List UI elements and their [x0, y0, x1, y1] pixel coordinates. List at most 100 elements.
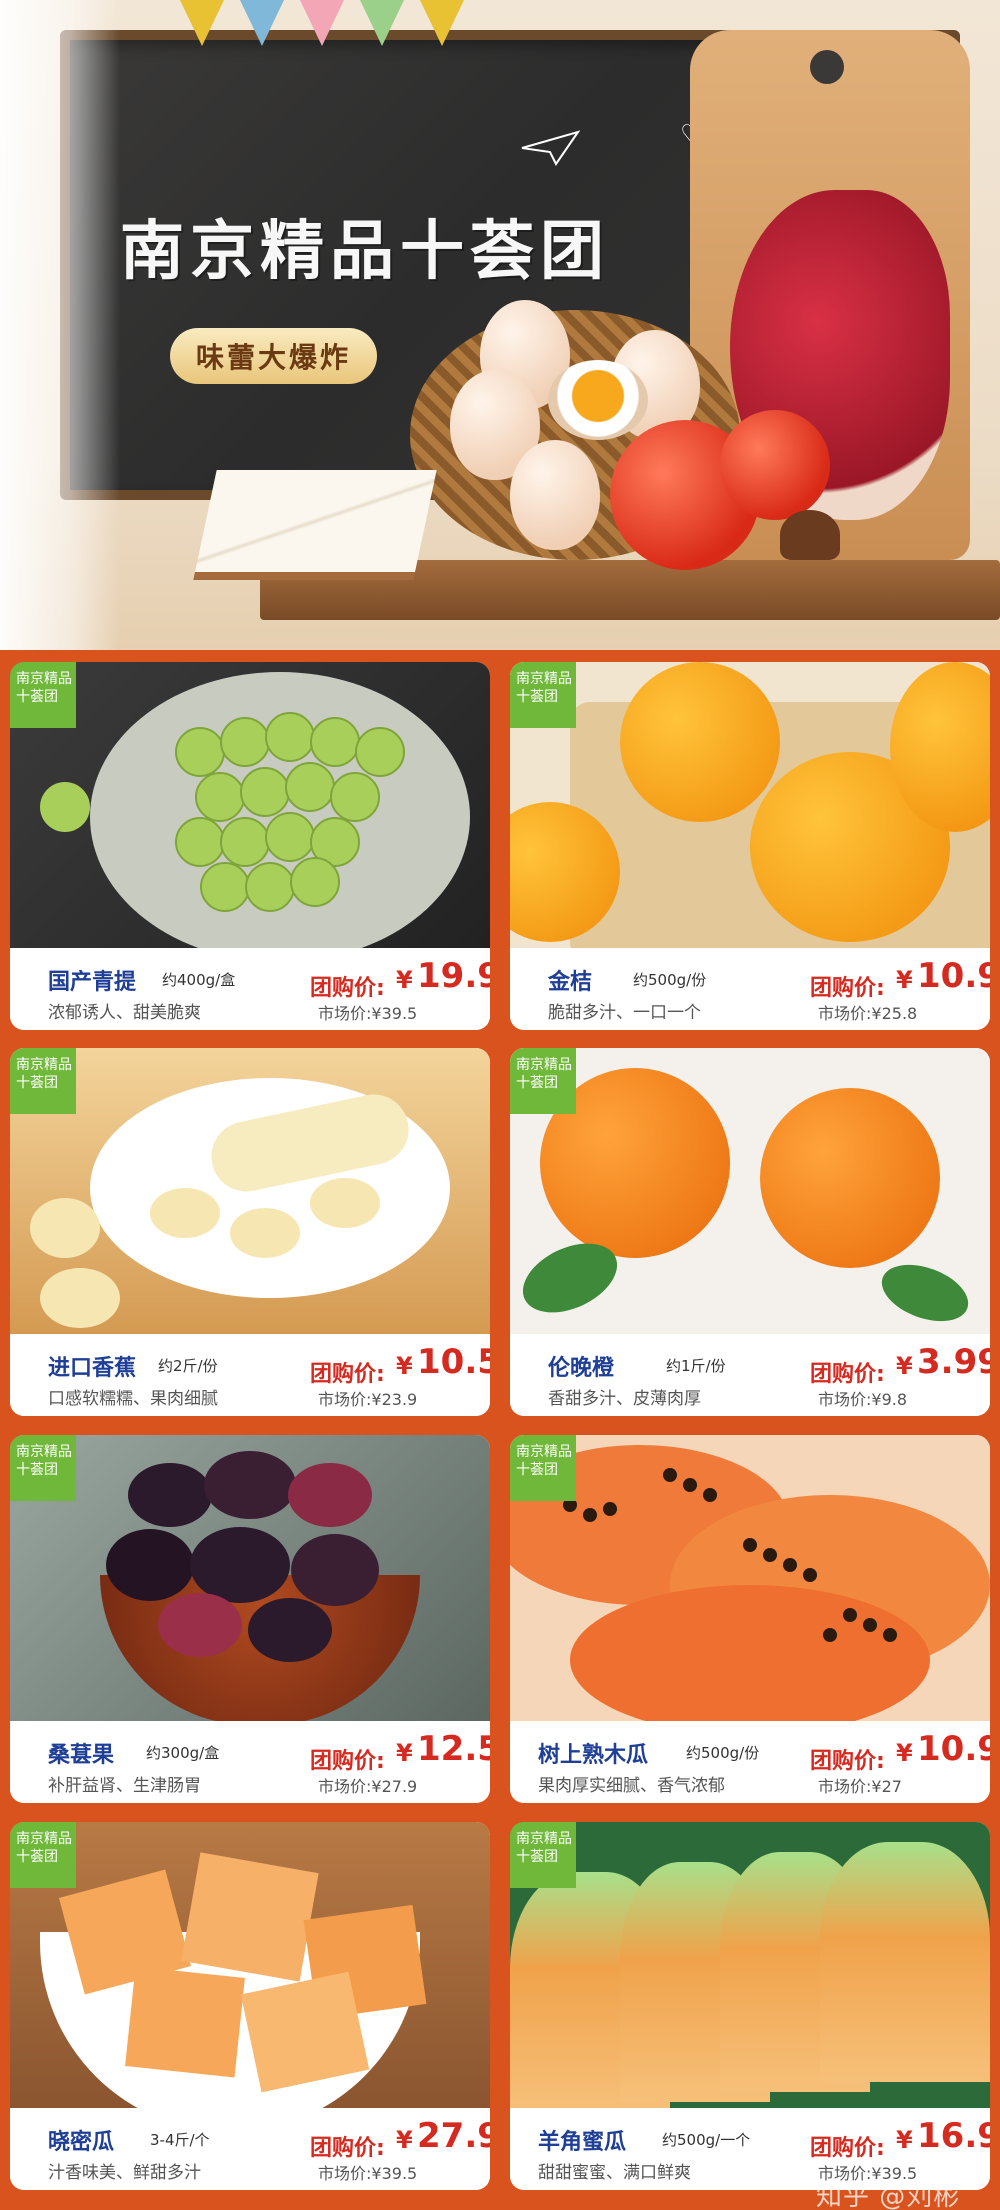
product-description: 脆甜多汁、一口一个	[548, 1003, 701, 1023]
market-price: 市场价:¥27	[818, 1777, 902, 1796]
brand-badge: 南京精品 十荟团	[510, 1435, 576, 1501]
bunting-flags	[180, 0, 510, 70]
currency-symbol: ¥	[896, 1352, 913, 1380]
egg-image	[510, 440, 600, 550]
product-info: 进口香蕉 约2斤/份 口感软糯糯、果肉细腻 团购价: ¥ 10.5 市场价:¥2…	[10, 1334, 490, 1416]
group-price-label: 团购价:	[310, 976, 385, 1001]
group-price-label: 团购价:	[810, 1362, 885, 1387]
product-name: 进口香蕉	[48, 1356, 137, 1381]
brand-badge: 南京精品 十荟团	[10, 1435, 76, 1501]
product-card[interactable]: 南京精品 十荟团 国产青提 约400g/盒 浓郁诱人、甜美脆爽 团购价: ¥ 19…	[10, 662, 490, 1030]
product-spec: 约500g/一个	[662, 2131, 751, 2149]
currency-symbol: ¥	[396, 2126, 413, 2154]
watermark-text: 知乎 @刘彬	[816, 2182, 961, 2210]
mushroom-image	[780, 510, 840, 560]
group-price: 10.5	[417, 1342, 490, 1382]
group-price-label: 团购价:	[810, 2136, 885, 2161]
grape-cluster-icon	[175, 712, 405, 912]
product-info: 桑葚果 约300g/盒 补肝益肾、生津肠胃 团购价: ¥ 12.5 市场价:¥2…	[10, 1721, 490, 1803]
banana-image	[10, 1048, 490, 1334]
product-name: 羊角蜜瓜	[538, 2130, 627, 2155]
product-spec: 约500g/份	[686, 1744, 760, 1762]
market-price: 市场价:¥27.9	[318, 1777, 418, 1796]
cracked-egg-image	[548, 360, 648, 440]
mulberry-cluster-icon	[106, 1451, 379, 1662]
product-description: 汁香味美、鲜甜多汁	[48, 2163, 201, 2183]
product-name: 金桔	[548, 970, 593, 995]
brand-badge: 南京精品 十荟团	[10, 662, 76, 728]
green-grapes-image	[10, 662, 490, 948]
product-spec: 3-4斤/个	[150, 2131, 210, 2149]
papaya-image	[510, 1435, 990, 1721]
product-card[interactable]: 南京精品 十荟团 伦晚橙 约1斤/份 香甜多汁、皮薄肉厚 团购价: ¥ 3.99 …	[510, 1048, 990, 1416]
currency-symbol: ¥	[396, 1352, 413, 1380]
papaya-seeds-icon	[563, 1468, 897, 1642]
group-price: 19.9	[417, 956, 490, 996]
product-description: 香甜多汁、皮薄肉厚	[548, 1389, 701, 1409]
group-price: 10.9	[917, 1729, 990, 1769]
product-name: 桑葚果	[48, 1743, 115, 1768]
brand-badge: 南京精品 十荟团	[510, 662, 576, 728]
product-description: 甜甜蜜蜜、满口鲜爽	[538, 2163, 691, 2183]
navel-orange-image	[510, 1048, 990, 1334]
brand-badge: 南京精品 十荟团	[10, 1822, 76, 1888]
banner-tagline: 味蕾大爆炸	[170, 328, 378, 384]
horn-melon-image	[510, 1822, 990, 2108]
product-name: 树上熟木瓜	[538, 1743, 649, 1768]
product-name: 国产青提	[48, 970, 137, 995]
product-description: 口感软糯糯、果肉细腻	[48, 1389, 218, 1409]
product-info: 金桔 约500g/份 脆甜多汁、一口一个 团购价: ¥ 10.9 市场价:¥25…	[510, 948, 990, 1030]
brand-badge: 南京精品 十荟团	[10, 1048, 76, 1114]
product-card[interactable]: 南京精品 十荟团 金桔 约500g/份 脆甜多汁、一口一个 团购价: ¥ 10.9…	[510, 662, 990, 1030]
currency-symbol: ¥	[896, 2126, 913, 2154]
group-price-label: 团购价:	[310, 2136, 385, 2161]
product-description: 补肝益肾、生津肠胃	[48, 1776, 201, 1796]
open-book-image	[193, 470, 437, 580]
product-card[interactable]: 南京精品 十荟团 晓密瓜 3-4斤/个 汁香味美、鲜甜多汁 团购价: ¥ 27.9…	[10, 1822, 490, 2190]
tomato-image	[720, 410, 830, 520]
cantaloupe-image	[10, 1822, 490, 2108]
product-card[interactable]: 南京精品 十荟团 桑葚果 约300g/盒 补肝益肾、生津肠胃 团购价: ¥ 12.…	[10, 1435, 490, 1803]
group-price-label: 团购价:	[810, 976, 885, 1001]
product-spec: 约300g/盒	[146, 1744, 220, 1762]
product-description: 果肉厚实细腻、香气浓郁	[538, 1776, 725, 1796]
currency-symbol: ¥	[396, 1739, 413, 1767]
market-price: 市场价:¥39.5	[318, 2164, 418, 2183]
market-price: 市场价:¥23.9	[318, 1390, 418, 1409]
mulberry-image	[10, 1435, 490, 1721]
group-price: 10.9	[917, 956, 990, 996]
market-price: 市场价:¥39.5	[318, 1004, 418, 1023]
banner-title: 南京精品十荟团	[120, 215, 610, 289]
currency-symbol: ¥	[896, 966, 913, 994]
product-info: 树上熟木瓜 约500g/份 果肉厚实细腻、香气浓郁 团购价: ¥ 10.9 市场…	[510, 1721, 990, 1803]
product-description: 浓郁诱人、甜美脆爽	[48, 1003, 201, 1023]
group-price: 27.9	[417, 2116, 490, 2156]
group-price-label: 团购价:	[310, 1362, 385, 1387]
product-spec: 约400g/盒	[162, 971, 236, 989]
promo-banner: ♡ 南京精品十荟团 味蕾大爆炸	[0, 0, 1000, 650]
currency-symbol: ¥	[896, 1739, 913, 1767]
brand-badge: 南京精品 十荟团	[510, 1822, 576, 1888]
product-info: 伦晚橙 约1斤/份 香甜多汁、皮薄肉厚 团购价: ¥ 3.99 市场价:¥9.8	[510, 1334, 990, 1416]
group-price: 12.5	[417, 1729, 490, 1769]
group-price: 3.99	[917, 1342, 990, 1382]
brand-badge: 南京精品 十荟团	[510, 1048, 576, 1114]
product-info: 国产青提 约400g/盒 浓郁诱人、甜美脆爽 团购价: ¥ 19.9 市场价:¥…	[10, 948, 490, 1030]
product-spec: 约2斤/份	[158, 1357, 218, 1375]
product-name: 伦晚橙	[548, 1356, 615, 1381]
kumquat-image	[510, 662, 990, 948]
product-name: 晓密瓜	[48, 2130, 115, 2155]
group-price-label: 团购价:	[810, 1749, 885, 1774]
product-spec: 约1斤/份	[666, 1357, 726, 1375]
paper-plane-icon	[521, 130, 580, 166]
market-price: 市场价:¥9.8	[818, 1390, 908, 1409]
product-info: 晓密瓜 3-4斤/个 汁香味美、鲜甜多汁 团购价: ¥ 27.9 市场价:¥39…	[10, 2108, 490, 2190]
group-price: 16.9	[917, 2116, 990, 2156]
product-card[interactable]: 南京精品 十荟团 进口香蕉 约2斤/份 口感软糯糯、果肉细腻 团购价: ¥ 10.…	[10, 1048, 490, 1416]
group-price-label: 团购价:	[310, 1749, 385, 1774]
product-card[interactable]: 南京精品 十荟团 树上熟木瓜 约500g/份 果肉厚实细腻、香气浓郁 团购价: ¥…	[510, 1435, 990, 1803]
market-price: 市场价:¥25.8	[818, 1004, 918, 1023]
product-card[interactable]: 南京精品 十荟团 羊角蜜瓜 约500g/一个 甜甜蜜蜜、满口鲜爽 团购价: ¥ 1…	[510, 1822, 990, 2190]
product-flyer-page: ♡ 南京精品十荟团 味蕾大爆炸	[0, 0, 1000, 2210]
currency-symbol: ¥	[396, 966, 413, 994]
